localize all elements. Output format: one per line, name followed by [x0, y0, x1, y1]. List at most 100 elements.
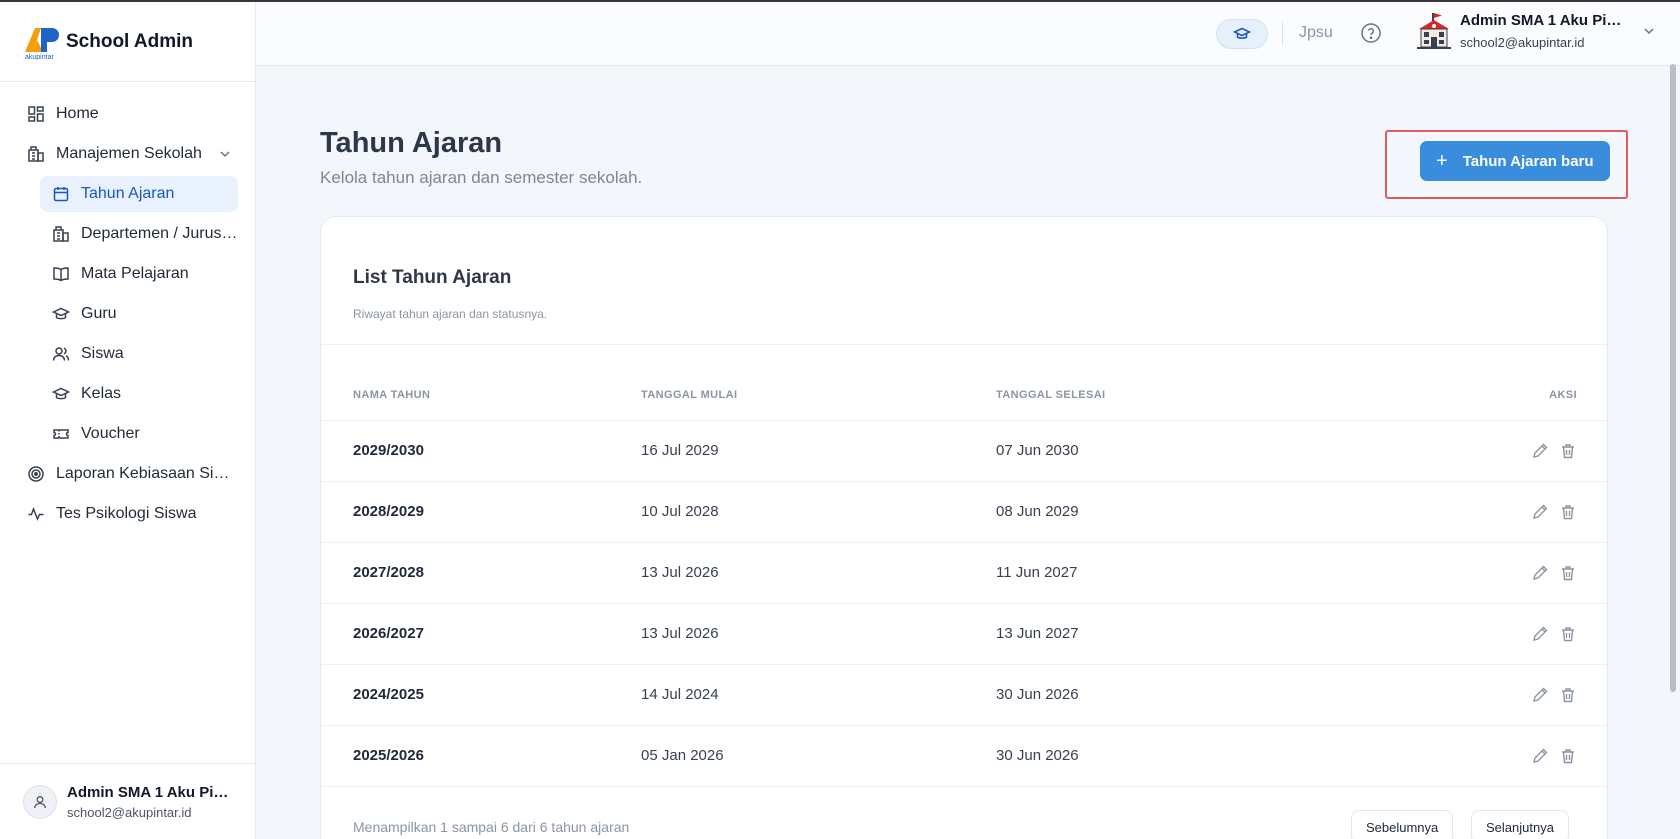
- sidebar-user-profile[interactable]: Admin SMA 1 Aku Pintar school2@akupintar…: [0, 763, 255, 839]
- column-header: NAMA TAHUN: [321, 370, 641, 421]
- cell-aksi: [1386, 664, 1609, 726]
- header-user-menu[interactable]: Admin SMA 1 Aku Pintar school2@akupintar…: [1416, 12, 1656, 50]
- add-button-label: Tahun Ajaran baru: [1462, 152, 1594, 170]
- cell-nama-tahun: 2027/2028: [321, 542, 641, 604]
- grid-icon: [27, 105, 45, 123]
- edit-icon[interactable]: [1531, 625, 1549, 643]
- table-header-row: NAMA TAHUN TANGGAL MULAI TANGGAL SELESAI…: [321, 370, 1609, 421]
- pagination-info: Menampilkan 1 sampai 6 dari 6 tahun ajar…: [353, 819, 630, 835]
- sidebar-item-tahun-ajaran[interactable]: Tahun Ajaran: [40, 176, 238, 212]
- cell-tanggal-mulai: 13 Jul 2026: [641, 542, 996, 604]
- sidebar-nav: Home Manajemen Sekolah Tahun Ajaran Depa…: [0, 82, 255, 532]
- sidebar-item-manajemen-sekolah[interactable]: Manajemen Sekolah: [18, 136, 237, 172]
- role-toggle[interactable]: [1216, 19, 1268, 49]
- table-row: 2028/2029 10 Jul 2028 08 Jun 2029: [321, 481, 1609, 543]
- table-row: 2027/2028 13 Jul 2026 11 Jun 2027: [321, 542, 1609, 604]
- table-row: 2026/2027 13 Jul 2026 13 Jun 2027: [321, 603, 1609, 665]
- cell-aksi: [1386, 420, 1609, 482]
- sidebar-item-label: Voucher: [81, 425, 140, 442]
- cell-tanggal-selesai: 08 Jun 2029: [996, 481, 1386, 543]
- cell-tanggal-selesai: 07 Jun 2030: [996, 420, 1386, 482]
- edit-icon[interactable]: [1531, 442, 1549, 460]
- sidebar-user-name: Admin SMA 1 Aku Pintar: [67, 783, 232, 801]
- edit-icon[interactable]: [1531, 747, 1549, 765]
- delete-icon[interactable]: [1559, 686, 1577, 704]
- building-icon: [27, 145, 45, 163]
- table-row: 2025/2026 05 Jan 2026 30 Jun 2026: [321, 725, 1609, 787]
- calendar-icon: [52, 185, 70, 203]
- sidebar: akupintar School Admin Home Manajemen Se…: [0, 2, 256, 839]
- sidebar-user-email: school2@akupintar.id: [67, 804, 192, 820]
- cell-aksi: [1386, 725, 1609, 787]
- cell-nama-tahun: 2026/2027: [321, 603, 641, 665]
- sidebar-item-label: Tes Psikologi Siswa: [56, 505, 197, 522]
- edit-icon[interactable]: [1531, 503, 1549, 521]
- app-logo-icon: akupintar: [23, 24, 61, 61]
- cell-aksi: [1386, 603, 1609, 665]
- cell-nama-tahun: 2025/2026: [321, 725, 641, 787]
- brand[interactable]: akupintar School Admin: [0, 2, 255, 82]
- delete-icon[interactable]: [1559, 503, 1577, 521]
- school-code: Jpsu: [1299, 24, 1333, 41]
- book-icon: [52, 265, 70, 283]
- sidebar-item-label: Home: [56, 105, 99, 122]
- cell-nama-tahun: 2028/2029: [321, 481, 641, 543]
- header-divider: [1282, 22, 1283, 46]
- plus-icon: +: [1436, 150, 1448, 172]
- sidebar-item-voucher[interactable]: Voucher: [40, 416, 238, 452]
- cell-tanggal-mulai: 10 Jul 2028: [641, 481, 996, 543]
- sidebar-item-departemen[interactable]: Departemen / Jurusan: [40, 216, 238, 252]
- sidebar-item-label: Departemen / Jurusan: [81, 225, 238, 242]
- top-header: Jpsu Admin SMA 1 Aku Pintar school2@akup…: [256, 2, 1680, 66]
- sidebar-item-home[interactable]: Home: [18, 96, 237, 132]
- edit-icon[interactable]: [1531, 564, 1549, 582]
- cell-tanggal-selesai: 30 Jun 2026: [996, 664, 1386, 726]
- chevron-down-icon: [1642, 24, 1656, 38]
- sidebar-item-kelas[interactable]: Kelas: [40, 376, 238, 412]
- sidebar-item-label: Kelas: [81, 385, 122, 402]
- users-icon: [52, 345, 70, 363]
- column-header: AKSI: [1386, 370, 1609, 421]
- help-icon[interactable]: [1360, 22, 1382, 44]
- sidebar-item-siswa[interactable]: Siswa: [40, 336, 238, 372]
- cell-nama-tahun: 2024/2025: [321, 664, 641, 726]
- cell-tanggal-mulai: 13 Jul 2026: [641, 603, 996, 665]
- page-scrollbar[interactable]: [1670, 64, 1676, 692]
- tahun-ajaran-card: List Tahun Ajaran Riwayat tahun ajaran d…: [320, 216, 1609, 839]
- cell-tanggal-mulai: 05 Jan 2026: [641, 725, 996, 787]
- delete-icon[interactable]: [1559, 442, 1577, 460]
- column-header: TANGGAL SELESAI: [996, 370, 1386, 421]
- cell-tanggal-mulai: 16 Jul 2029: [641, 420, 996, 482]
- avatar: [23, 784, 57, 819]
- edit-icon[interactable]: [1531, 686, 1549, 704]
- cell-aksi: [1386, 542, 1609, 604]
- graduation-cap-icon: [52, 385, 70, 403]
- previous-page-button[interactable]: Sebelumnya: [1351, 810, 1454, 839]
- sidebar-item-label: Tahun Ajaran: [81, 185, 175, 202]
- page-subtitle: Kelola tahun ajaran dan semester sekolah…: [320, 168, 643, 187]
- sidebar-item-label: Manajemen Sekolah: [56, 145, 202, 162]
- graduation-cap-icon: [52, 305, 70, 323]
- sidebar-item-laporan-kebiasaan[interactable]: Laporan Kebiasaan Siswa: [18, 456, 237, 492]
- sidebar-item-guru[interactable]: Guru: [40, 296, 238, 332]
- cell-tanggal-selesai: 30 Jun 2026: [996, 725, 1386, 787]
- sidebar-item-label: Mata Pelajaran: [81, 265, 189, 282]
- sidebar-item-tes-psikologi[interactable]: Tes Psikologi Siswa: [18, 496, 237, 532]
- column-header: TANGGAL MULAI: [641, 370, 996, 421]
- next-page-button[interactable]: Selanjutnya: [1471, 810, 1569, 839]
- delete-icon[interactable]: [1559, 625, 1577, 643]
- cell-tanggal-mulai: 14 Jul 2024: [641, 664, 996, 726]
- tahun-ajaran-table: NAMA TAHUN TANGGAL MULAI TANGGAL SELESAI…: [321, 370, 1609, 787]
- add-tahun-ajaran-button[interactable]: + Tahun Ajaran baru: [1420, 141, 1610, 181]
- school-building-icon: [1416, 12, 1452, 50]
- ticket-icon: [52, 425, 70, 443]
- card-subtitle: Riwayat tahun ajaran dan statusnya.: [353, 307, 548, 321]
- header-user-email: school2@akupintar.id: [1460, 35, 1585, 50]
- target-icon: [27, 465, 45, 483]
- page-title: Tahun Ajaran: [320, 127, 503, 159]
- sidebar-item-mata-pelajaran[interactable]: Mata Pelajaran: [40, 256, 238, 292]
- sidebar-item-label: Guru: [81, 305, 117, 322]
- delete-icon[interactable]: [1559, 564, 1577, 582]
- building-icon: [52, 225, 70, 243]
- delete-icon[interactable]: [1559, 747, 1577, 765]
